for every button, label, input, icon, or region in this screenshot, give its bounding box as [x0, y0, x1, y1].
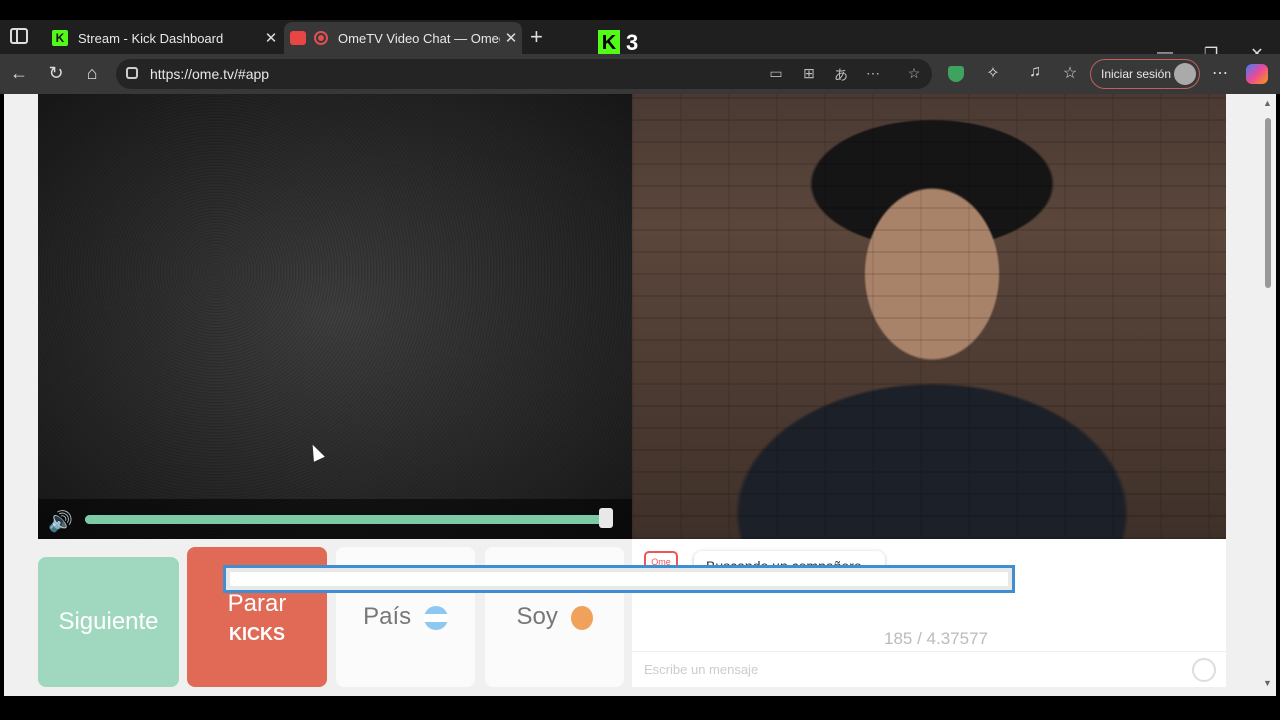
volume-knob[interactable] [598, 508, 613, 528]
chat-input[interactable]: Escribe un mensaje [632, 651, 1226, 687]
argentina-flag-icon [423, 605, 448, 630]
scroll-up-icon[interactable]: ▲ [1263, 98, 1272, 108]
media-icon[interactable]: ♫ [1024, 63, 1046, 81]
more-options-icon[interactable]: ⋯ [863, 65, 883, 82]
tab-bar: K Stream - Kick Dashboard ✕ OmeTV Video … [0, 20, 1280, 63]
boy-emoji-icon [570, 605, 593, 630]
stop-sublabel: KICKS [228, 623, 285, 644]
ometv-favicon-icon [290, 31, 306, 45]
camera-icon[interactable]: ▭ [766, 65, 786, 82]
stop-label: Parar [227, 589, 287, 617]
address-bar[interactable]: https://ome.tv/#app ▭ ⊞ あ ⋯ ☆ [116, 59, 932, 89]
new-tab-icon[interactable]: + [530, 24, 543, 50]
refresh-icon[interactable]: ↻ [45, 63, 67, 84]
apps-icon[interactable]: ⊞ [799, 65, 819, 82]
tab-kick-dashboard[interactable]: K Stream - Kick Dashboard ✕ [44, 22, 282, 54]
tab-title: Stream - Kick Dashboard [78, 30, 224, 46]
ometv-page: 🔊 Siguiente Parar KICKS País Soy Ome 185… [4, 94, 1260, 696]
speaker-icon[interactable]: 🔊 [48, 509, 73, 534]
back-icon[interactable]: ← [8, 63, 30, 84]
favorites-icon[interactable]: ☆ [1059, 63, 1081, 83]
kick-logo-icon: K [598, 30, 620, 56]
volume-fill [85, 515, 606, 524]
online-counter: 185 / 4.37577 [884, 629, 988, 648]
next-button[interactable]: Siguiente [38, 557, 179, 687]
kick-counter-overlay: K 3 [598, 30, 638, 56]
browser-window: K Stream - Kick Dashboard ✕ OmeTV Video … [0, 0, 1280, 720]
avatar-icon [1174, 63, 1196, 85]
gender-label: Soy [516, 603, 558, 630]
browser-toolbar: ← ↻ ⌂ https://ome.tv/#app ▭ ⊞ あ ⋯ ☆ ✧ ♫ … [0, 54, 1280, 94]
highlight-box [223, 565, 1015, 593]
chat-panel: Ome TV Buscando un compañero... 185 / 4.… [632, 539, 1226, 687]
chat-placeholder: Escribe un mensaje [644, 662, 759, 677]
kick-count: 3 [626, 30, 639, 55]
volume-slider[interactable] [85, 515, 611, 524]
home-icon[interactable]: ⌂ [81, 63, 103, 84]
next-label: Siguiente [58, 608, 159, 635]
self-camera-video [632, 94, 1226, 539]
extensions-icon[interactable]: ✧ [982, 63, 1004, 83]
country-label: País [363, 603, 412, 630]
signin-button[interactable]: Iniciar sesión [1090, 59, 1200, 89]
page-scrollbar[interactable]: ▲ ▼ [1260, 94, 1276, 696]
recording-icon [314, 31, 328, 45]
emoji-picker-icon[interactable] [1192, 658, 1216, 682]
signin-label: Iniciar sesión [1101, 67, 1172, 81]
bottom-bar [0, 696, 1280, 720]
highlight-inner [230, 572, 1008, 586]
tab-ometv[interactable]: OmeTV Video Chat — Omeg ✕ [284, 22, 522, 54]
menu-icon[interactable]: ⋯ [1209, 63, 1231, 83]
close-icon[interactable]: ✕ [500, 29, 522, 47]
close-icon[interactable]: ✕ [260, 29, 282, 47]
scroll-down-icon[interactable]: ▼ [1263, 678, 1272, 688]
copilot-icon[interactable] [1246, 64, 1268, 84]
scroll-thumb[interactable] [1265, 118, 1271, 288]
translate-icon[interactable]: あ [831, 65, 851, 85]
volume-bar: 🔊 [38, 499, 632, 539]
lock-icon[interactable] [126, 67, 138, 79]
partner-video [38, 94, 632, 539]
sidebar-toggle-icon[interactable] [10, 28, 28, 44]
brick-wall-texture [632, 94, 1226, 539]
shield-extension-icon[interactable] [948, 66, 964, 82]
static-noise [38, 94, 632, 539]
tab-title: OmeTV Video Chat — Omeg [338, 30, 500, 46]
kick-favicon-icon: K [52, 30, 68, 46]
favorite-star-icon[interactable]: ☆ [904, 65, 924, 82]
url-text[interactable]: https://ome.tv/#app [150, 66, 269, 82]
